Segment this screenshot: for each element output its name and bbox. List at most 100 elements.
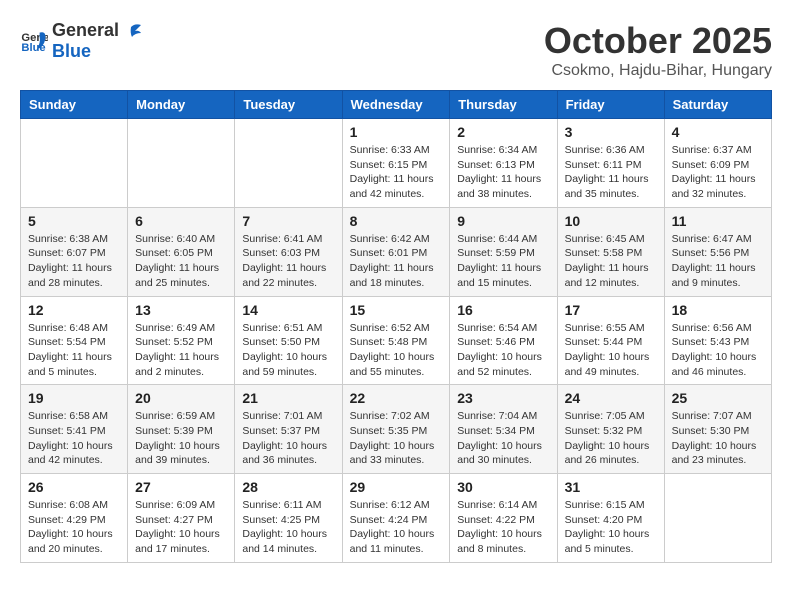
day-info: Sunrise: 6:38 AM Sunset: 6:07 PM Dayligh… (28, 232, 120, 291)
day-info: Sunrise: 6:37 AM Sunset: 6:09 PM Dayligh… (672, 143, 764, 202)
day-number: 3 (565, 124, 657, 140)
day-number: 7 (242, 213, 334, 229)
calendar-day-cell: 11 Sunrise: 6:47 AM Sunset: 5:56 PM Dayli… (664, 207, 771, 296)
day-info: Sunrise: 6:36 AM Sunset: 6:11 PM Dayligh… (565, 143, 657, 202)
day-number: 11 (672, 213, 764, 229)
calendar-day-cell: 9Sunrise: 6:44 AM Sunset: 5:59 PM Daylig… (450, 207, 557, 296)
svg-text:Blue: Blue (21, 42, 45, 54)
calendar-day-cell: 5 Sunrise: 6:38 AM Sunset: 6:07 PM Daylig… (21, 207, 128, 296)
logo-icon: General Blue (20, 27, 48, 55)
day-info: Sunrise: 6:11 AM Sunset: 4:25 PM Dayligh… (242, 498, 334, 557)
calendar-week-row: 26Sunrise: 6:08 AM Sunset: 4:29 PM Dayli… (21, 474, 772, 563)
weekday-header-monday: Monday (128, 91, 235, 119)
day-info: Sunrise: 6:15 AM Sunset: 4:20 PM Dayligh… (565, 498, 657, 557)
calendar-day-cell: 14 Sunrise: 6:51 AM Sunset: 5:50 PM Dayli… (235, 296, 342, 385)
calendar-day-cell: 12 Sunrise: 6:48 AM Sunset: 5:54 PM Dayli… (21, 296, 128, 385)
day-info: Sunrise: 6:54 AM Sunset: 5:46 PM Dayligh… (457, 321, 549, 380)
calendar-day-cell: 16Sunrise: 6:54 AM Sunset: 5:46 PM Dayli… (450, 296, 557, 385)
day-number: 27 (135, 479, 227, 495)
weekday-header-wednesday: Wednesday (342, 91, 450, 119)
calendar-day-cell: 27 Sunrise: 6:09 AM Sunset: 4:27 PM Dayli… (128, 474, 235, 563)
day-number: 2 (457, 124, 549, 140)
month-title: October 2025 (544, 20, 772, 62)
day-number: 24 (565, 390, 657, 406)
day-number: 13 (135, 302, 227, 318)
day-number: 29 (350, 479, 443, 495)
day-info: Sunrise: 6:52 AM Sunset: 5:48 PM Dayligh… (350, 321, 443, 380)
calendar-day-cell: 3 Sunrise: 6:36 AM Sunset: 6:11 PM Daylig… (557, 119, 664, 208)
weekday-header-friday: Friday (557, 91, 664, 119)
day-info: Sunrise: 6:12 AM Sunset: 4:24 PM Dayligh… (350, 498, 443, 557)
weekday-header-sunday: Sunday (21, 91, 128, 119)
day-number: 19 (28, 390, 120, 406)
day-number: 12 (28, 302, 120, 318)
day-number: 6 (135, 213, 227, 229)
calendar-day-cell: 23 Sunrise: 7:04 AM Sunset: 5:34 PM Dayli… (450, 385, 557, 474)
calendar-day-cell: 6 Sunrise: 6:40 AM Sunset: 6:05 PM Daylig… (128, 207, 235, 296)
calendar-day-cell: 21 Sunrise: 7:01 AM Sunset: 5:37 PM Dayli… (235, 385, 342, 474)
weekday-header-saturday: Saturday (664, 91, 771, 119)
day-info: Sunrise: 6:45 AM Sunset: 5:58 PM Dayligh… (565, 232, 657, 291)
calendar-day-cell: 17Sunrise: 6:55 AM Sunset: 5:44 PM Dayli… (557, 296, 664, 385)
day-info: Sunrise: 6:44 AM Sunset: 5:59 PM Dayligh… (457, 232, 549, 291)
day-info: Sunrise: 6:59 AM Sunset: 5:39 PM Dayligh… (135, 409, 227, 468)
calendar-table: SundayMondayTuesdayWednesdayThursdayFrid… (20, 90, 772, 563)
day-info: Sunrise: 7:04 AM Sunset: 5:34 PM Dayligh… (457, 409, 549, 468)
calendar-day-cell: 7 Sunrise: 6:41 AM Sunset: 6:03 PM Daylig… (235, 207, 342, 296)
day-info: Sunrise: 6:48 AM Sunset: 5:54 PM Dayligh… (28, 321, 120, 380)
logo-blue-text: Blue (52, 41, 91, 61)
calendar-day-cell: 4 Sunrise: 6:37 AM Sunset: 6:09 PM Daylig… (664, 119, 771, 208)
weekday-header-thursday: Thursday (450, 91, 557, 119)
calendar-empty-cell (235, 119, 342, 208)
calendar-day-cell: 24 Sunrise: 7:05 AM Sunset: 5:32 PM Dayli… (557, 385, 664, 474)
calendar-day-cell: 30 Sunrise: 6:14 AM Sunset: 4:22 PM Dayli… (450, 474, 557, 563)
day-info: Sunrise: 6:56 AM Sunset: 5:43 PM Dayligh… (672, 321, 764, 380)
calendar-day-cell: 2Sunrise: 6:34 AM Sunset: 6:13 PM Daylig… (450, 119, 557, 208)
logo-bird-icon (121, 21, 143, 41)
calendar-day-cell: 26Sunrise: 6:08 AM Sunset: 4:29 PM Dayli… (21, 474, 128, 563)
day-number: 22 (350, 390, 443, 406)
day-info: Sunrise: 6:47 AM Sunset: 5:56 PM Dayligh… (672, 232, 764, 291)
logo: General Blue General Blue (20, 20, 143, 62)
day-number: 23 (457, 390, 549, 406)
day-info: Sunrise: 7:07 AM Sunset: 5:30 PM Dayligh… (672, 409, 764, 468)
calendar-day-cell: 25 Sunrise: 7:07 AM Sunset: 5:30 PM Dayli… (664, 385, 771, 474)
day-number: 20 (135, 390, 227, 406)
calendar-day-cell: 22 Sunrise: 7:02 AM Sunset: 5:35 PM Dayli… (342, 385, 450, 474)
day-number: 4 (672, 124, 764, 140)
day-info: Sunrise: 6:58 AM Sunset: 5:41 PM Dayligh… (28, 409, 120, 468)
day-number: 30 (457, 479, 549, 495)
day-number: 26 (28, 479, 120, 495)
day-info: Sunrise: 6:14 AM Sunset: 4:22 PM Dayligh… (457, 498, 549, 557)
day-info: Sunrise: 6:41 AM Sunset: 6:03 PM Dayligh… (242, 232, 334, 291)
day-number: 25 (672, 390, 764, 406)
page-header: General Blue General Blue October 2025 C… (20, 20, 772, 80)
calendar-day-cell: 1Sunrise: 6:33 AM Sunset: 6:15 PM Daylig… (342, 119, 450, 208)
calendar-day-cell: 8Sunrise: 6:42 AM Sunset: 6:01 PM Daylig… (342, 207, 450, 296)
day-info: Sunrise: 7:05 AM Sunset: 5:32 PM Dayligh… (565, 409, 657, 468)
calendar-day-cell: 28 Sunrise: 6:11 AM Sunset: 4:25 PM Dayli… (235, 474, 342, 563)
calendar-day-cell: 13 Sunrise: 6:49 AM Sunset: 5:52 PM Dayli… (128, 296, 235, 385)
title-area: October 2025 Csokmo, Hajdu-Bihar, Hungar… (544, 20, 772, 80)
calendar-day-cell: 19 Sunrise: 6:58 AM Sunset: 5:41 PM Dayli… (21, 385, 128, 474)
day-number: 28 (242, 479, 334, 495)
calendar-empty-cell (664, 474, 771, 563)
day-number: 14 (242, 302, 334, 318)
day-info: Sunrise: 7:02 AM Sunset: 5:35 PM Dayligh… (350, 409, 443, 468)
weekday-header-tuesday: Tuesday (235, 91, 342, 119)
day-number: 31 (565, 479, 657, 495)
calendar-day-cell: 10Sunrise: 6:45 AM Sunset: 5:58 PM Dayli… (557, 207, 664, 296)
day-number: 17 (565, 302, 657, 318)
day-info: Sunrise: 6:49 AM Sunset: 5:52 PM Dayligh… (135, 321, 227, 380)
logo-general-text: General (52, 20, 119, 41)
day-info: Sunrise: 6:09 AM Sunset: 4:27 PM Dayligh… (135, 498, 227, 557)
day-info: Sunrise: 6:40 AM Sunset: 6:05 PM Dayligh… (135, 232, 227, 291)
calendar-day-cell: 15Sunrise: 6:52 AM Sunset: 5:48 PM Dayli… (342, 296, 450, 385)
day-info: Sunrise: 7:01 AM Sunset: 5:37 PM Dayligh… (242, 409, 334, 468)
day-number: 21 (242, 390, 334, 406)
calendar-week-row: 5 Sunrise: 6:38 AM Sunset: 6:07 PM Daylig… (21, 207, 772, 296)
day-number: 8 (350, 213, 443, 229)
day-info: Sunrise: 6:51 AM Sunset: 5:50 PM Dayligh… (242, 321, 334, 380)
calendar-week-row: 12 Sunrise: 6:48 AM Sunset: 5:54 PM Dayli… (21, 296, 772, 385)
day-number: 5 (28, 213, 120, 229)
